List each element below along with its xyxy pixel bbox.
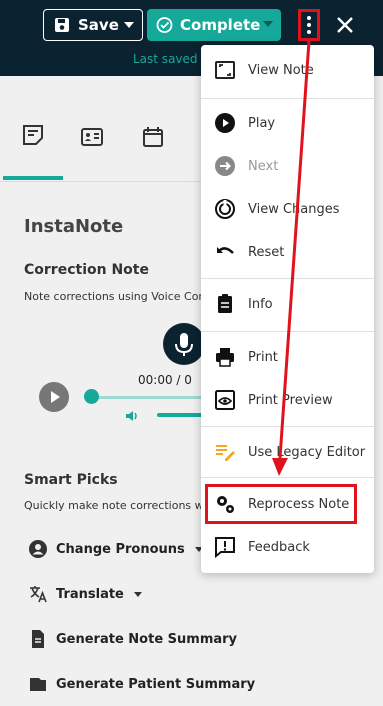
undo-icon bbox=[217, 247, 234, 254]
menu-item-play[interactable]: Play bbox=[201, 103, 374, 143]
microphone-button[interactable] bbox=[163, 323, 205, 365]
menu-item-view-changes[interactable]: View Changes bbox=[201, 189, 374, 229]
menu-item-label: Print bbox=[248, 349, 278, 365]
generate-patient-summary-label: Generate Patient Summary bbox=[56, 676, 256, 692]
note-title: InstaNote bbox=[24, 216, 124, 237]
play-icon bbox=[51, 391, 60, 403]
menu-item-next[interactable]: Next bbox=[201, 146, 374, 186]
menu-item-label: View Note bbox=[248, 62, 314, 78]
last-saved-text: Last saved bbox=[133, 52, 198, 66]
menu-item-label: Next bbox=[248, 158, 279, 174]
edit-lines-icon bbox=[216, 445, 235, 461]
translate-label: Translate bbox=[56, 586, 124, 602]
account-circle-icon bbox=[29, 540, 47, 558]
clipboard-icon bbox=[218, 294, 232, 313]
microphone-icon bbox=[175, 333, 193, 356]
active-tab-indicator bbox=[3, 176, 63, 180]
menu-item-label: Reset bbox=[248, 244, 285, 260]
save-icon bbox=[55, 18, 69, 32]
audio-seek-handle[interactable] bbox=[84, 389, 99, 404]
changes-icon bbox=[215, 199, 235, 219]
folder-icon bbox=[30, 678, 46, 691]
menu-item-label: Info bbox=[248, 296, 273, 312]
save-button[interactable]: Save bbox=[43, 9, 143, 41]
menu-item-label: Play bbox=[248, 115, 276, 131]
preview-icon bbox=[215, 390, 235, 410]
translate-button[interactable]: Translate bbox=[28, 584, 142, 604]
document-icon bbox=[32, 630, 44, 648]
menu-item-view-note[interactable]: View Note bbox=[201, 50, 374, 90]
next-circle-icon bbox=[215, 156, 235, 176]
menu-divider bbox=[201, 98, 374, 99]
print-icon bbox=[216, 348, 234, 367]
correction-description: Note corrections using Voice Com bbox=[24, 290, 210, 303]
menu-item-label: Feedback bbox=[248, 539, 310, 555]
complete-label: Complete bbox=[180, 16, 261, 34]
volume-icon[interactable] bbox=[124, 408, 140, 424]
play-circle-icon bbox=[215, 113, 235, 133]
menu-item-use-legacy-editor[interactable]: Use Legacy Editor bbox=[201, 432, 374, 472]
smart-picks-heading: Smart Picks bbox=[24, 472, 118, 488]
complete-dropdown-icon[interactable] bbox=[263, 21, 273, 27]
generate-patient-summary-button[interactable]: Generate Patient Summary bbox=[28, 674, 255, 694]
menu-item-feedback[interactable]: Feedback bbox=[201, 527, 374, 567]
complete-button[interactable]: Complete bbox=[147, 9, 281, 41]
more-options-icon[interactable] bbox=[298, 9, 320, 41]
smart-picks-description: Quickly make note corrections wi bbox=[24, 499, 207, 512]
menu-divider bbox=[201, 426, 374, 427]
change-pronouns-label: Change Pronouns bbox=[56, 541, 185, 557]
translate-icon bbox=[30, 586, 47, 603]
menu-item-label: Print Preview bbox=[248, 392, 333, 408]
audio-time: 00:00 / 0 bbox=[138, 373, 192, 387]
chevron-down-icon bbox=[133, 591, 142, 597]
feedback-icon bbox=[215, 537, 235, 558]
menu-item-label: View Changes bbox=[248, 201, 340, 217]
correction-heading: Correction Note bbox=[24, 262, 149, 278]
menu-divider bbox=[201, 331, 374, 332]
tab-patient-card-icon[interactable] bbox=[80, 125, 104, 149]
menu-item-label: Use Legacy Editor bbox=[248, 444, 366, 460]
menu-item-print[interactable]: Print bbox=[201, 337, 374, 377]
save-label: Save bbox=[78, 16, 119, 34]
menu-item-info[interactable]: Info bbox=[201, 284, 374, 324]
generate-note-summary-label: Generate Note Summary bbox=[56, 631, 238, 647]
change-pronouns-button[interactable]: Change Pronouns bbox=[28, 539, 203, 559]
fullscreen-icon bbox=[215, 61, 235, 79]
tab-calendar-icon[interactable] bbox=[141, 125, 165, 149]
menu-divider bbox=[201, 278, 374, 279]
save-dropdown-icon[interactable] bbox=[124, 22, 134, 28]
menu-item-reset[interactable]: Reset bbox=[201, 232, 374, 272]
generate-note-summary-button[interactable]: Generate Note Summary bbox=[28, 629, 237, 649]
audio-play-button[interactable] bbox=[39, 382, 69, 412]
reprocess-highlight-box bbox=[205, 484, 357, 524]
tab-note-icon[interactable] bbox=[21, 123, 45, 147]
menu-item-print-preview[interactable]: Print Preview bbox=[201, 380, 374, 420]
close-icon[interactable] bbox=[334, 12, 356, 38]
menu-divider bbox=[201, 477, 374, 478]
audio-seek-track[interactable] bbox=[91, 396, 211, 399]
check-plus-icon bbox=[156, 17, 173, 33]
